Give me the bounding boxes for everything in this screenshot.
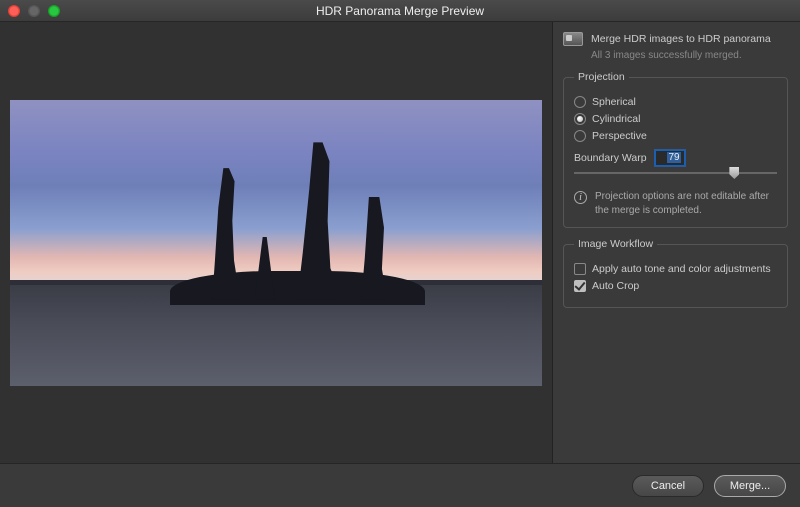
minimize-window-button[interactable] [28,5,40,17]
settings-pane: Merge HDR images to HDR panorama All 3 i… [552,22,800,463]
workflow-legend: Image Workflow [574,238,657,250]
auto-crop-row[interactable]: Auto Crop [574,280,777,292]
merge-button[interactable]: Merge... [714,475,786,497]
radio-cylindrical-label: Cylindrical [592,113,640,125]
projection-perspective-row[interactable]: Perspective [574,130,777,142]
merge-status: All 3 images successfully merged. [563,50,788,61]
radio-spherical-label: Spherical [592,96,636,108]
preview-pane [0,22,552,463]
auto-tone-label: Apply auto tone and color adjustments [592,263,771,275]
radio-perspective-label: Perspective [592,130,647,142]
auto-tone-checkbox[interactable] [574,263,586,275]
window-title: HDR Panorama Merge Preview [0,4,800,18]
radio-spherical[interactable] [574,96,586,108]
traffic-lights [8,5,60,17]
boundary-warp-value[interactable]: 79 [655,150,685,166]
radio-perspective[interactable] [574,130,586,142]
titlebar: HDR Panorama Merge Preview [0,0,800,22]
projection-legend: Projection [574,71,629,83]
auto-crop-label: Auto Crop [592,280,639,292]
auto-crop-checkbox[interactable] [574,280,586,292]
zoom-window-button[interactable] [48,5,60,17]
boundary-warp-slider[interactable] [574,166,777,180]
boundary-warp-thumb[interactable] [729,167,739,179]
projection-spherical-row[interactable]: Spherical [574,96,777,108]
workflow-group: Image Workflow Apply auto tone and color… [563,238,788,308]
projection-cylindrical-row[interactable]: Cylindrical [574,113,777,125]
boundary-warp-label: Boundary Warp [574,152,647,164]
info-icon [574,191,587,204]
panorama-preview-image [10,100,542,386]
projection-group: Projection Spherical Cylindrical Perspec… [563,71,788,228]
merge-header: Merge HDR images to HDR panorama [591,33,771,45]
dialog-footer: Cancel Merge... [0,463,800,507]
radio-cylindrical[interactable] [574,113,586,125]
close-window-button[interactable] [8,5,20,17]
auto-tone-row[interactable]: Apply auto tone and color adjustments [574,263,777,275]
cancel-button[interactable]: Cancel [632,475,704,497]
projection-info-text: Projection options are not editable afte… [595,190,777,217]
panorama-icon [563,32,583,46]
